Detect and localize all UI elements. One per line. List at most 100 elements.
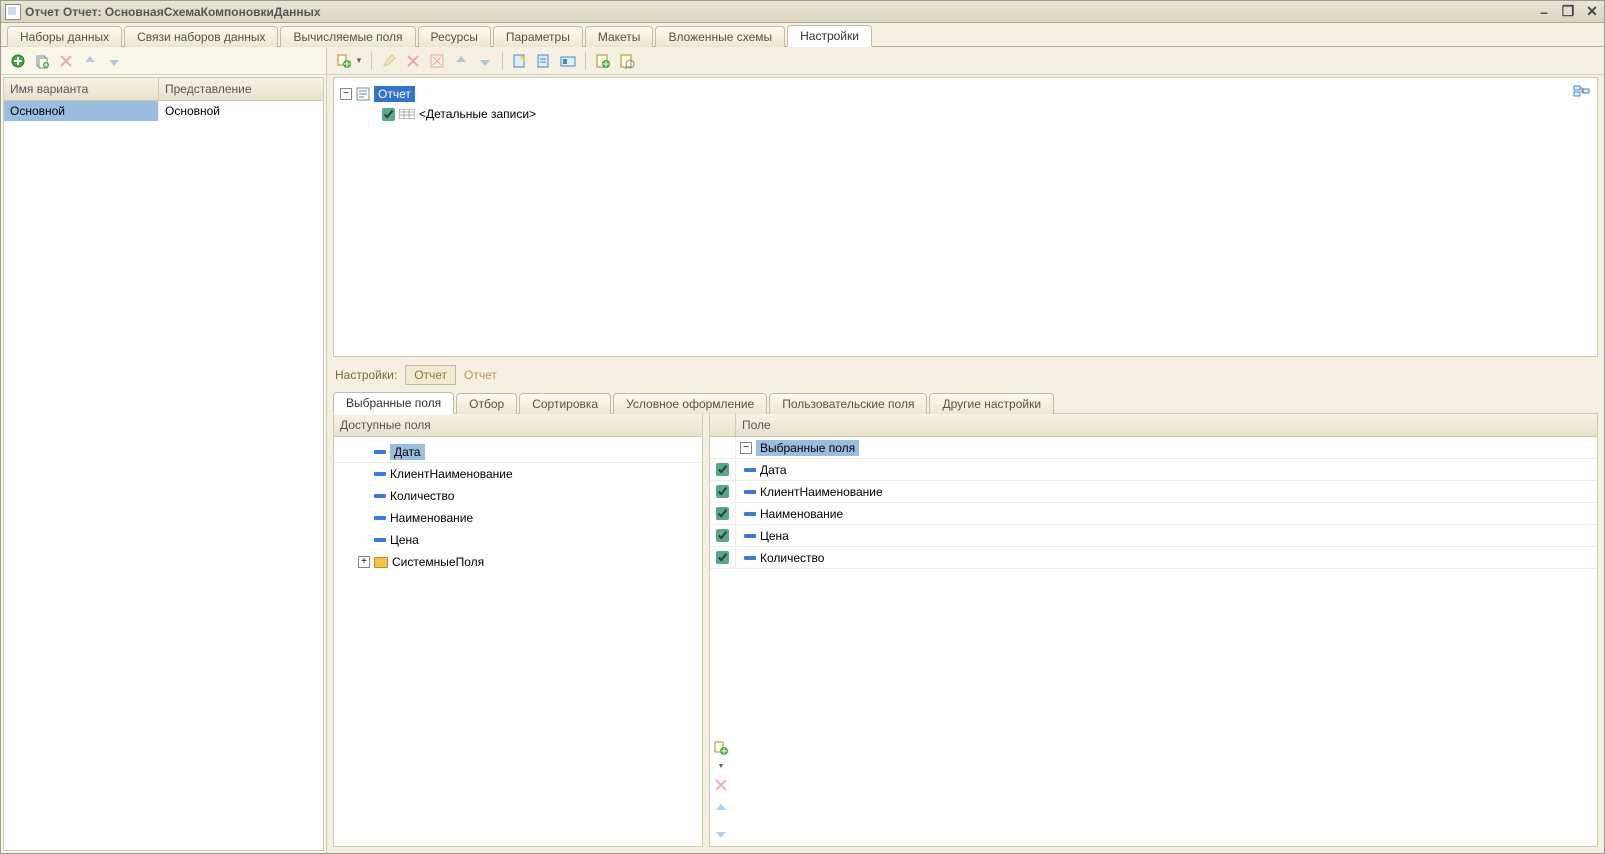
tree-root-row[interactable]: − Отчет — [340, 84, 1591, 104]
close-button[interactable]: ✕ — [1584, 4, 1600, 20]
settings-panel: ▼ — [327, 47, 1604, 853]
field-checkbox[interactable] — [716, 529, 729, 542]
tree-detail-row[interactable]: <Детальные записи> — [382, 104, 1591, 124]
report-icon — [356, 87, 370, 101]
minimize-button[interactable]: – — [1536, 4, 1552, 20]
sub-tab[interactable]: Отбор — [456, 393, 517, 414]
main-tab[interactable]: Связи наборов данных — [124, 26, 278, 47]
copy-variant-button[interactable] — [33, 52, 51, 70]
field-icon — [744, 512, 756, 516]
selected-field-row[interactable]: Дата — [710, 459, 1597, 481]
available-field-item[interactable]: Дата — [334, 441, 702, 463]
wizard-2-button[interactable] — [535, 52, 553, 70]
field-label: Цена — [390, 533, 419, 547]
sub-tab[interactable]: Выбранные поля — [333, 392, 454, 414]
remove-field-button — [712, 776, 730, 794]
window-title: Отчет Отчет: ОсновнаяСхемаКомпоновкиДанн… — [25, 5, 1536, 19]
dropdown-arrow-icon[interactable]: ▼ — [712, 763, 730, 770]
field-icon — [744, 490, 756, 494]
collapse-icon[interactable]: − — [740, 442, 752, 454]
variants-toolbar — [1, 47, 326, 75]
custom-settings-button[interactable] — [594, 52, 612, 70]
variants-col-name[interactable]: Имя варианта — [4, 78, 159, 100]
variants-panel: Имя варианта Представление ОсновнойОснов… — [1, 47, 327, 853]
selected-group-label: Выбранные поля — [756, 440, 859, 456]
variants-col-presentation[interactable]: Представление — [159, 78, 323, 100]
field-label: Количество — [390, 489, 454, 503]
available-field-item[interactable]: + СистемныеПоля — [334, 551, 702, 573]
collapse-icon[interactable]: − — [340, 88, 352, 100]
add-field-button[interactable] — [712, 739, 730, 757]
field-icon — [744, 468, 756, 472]
sub-tab[interactable]: Сортировка — [519, 393, 611, 414]
field-icon — [374, 472, 386, 476]
breadcrumb: Настройки: Отчет Отчет — [327, 359, 1604, 389]
add-variant-button[interactable] — [9, 52, 27, 70]
sub-tab[interactable]: Пользовательские поля — [769, 393, 927, 414]
selected-fields-list[interactable]: −Выбранные поляДатаКлиентНаименованиеНаи… — [710, 437, 1597, 735]
add-element-button[interactable] — [335, 52, 353, 70]
variant-name: Основной — [4, 101, 159, 121]
field-down-button — [712, 824, 730, 842]
main-tab[interactable]: Настройки — [787, 25, 872, 47]
move-up-button — [81, 52, 99, 70]
field-label: Количество — [760, 551, 824, 565]
sub-tab[interactable]: Другие настройки — [929, 393, 1054, 414]
app-icon — [5, 4, 21, 20]
field-icon — [374, 450, 386, 454]
report-structure-tree[interactable]: − Отчет <Детальные записи> — [333, 77, 1598, 357]
main-tab[interactable]: Наборы данных — [7, 26, 122, 47]
available-field-item[interactable]: Количество — [334, 485, 702, 507]
settings-toolbar: ▼ — [327, 47, 1604, 75]
selected-field-row[interactable]: Количество — [710, 547, 1597, 569]
field-checkbox[interactable] — [716, 551, 729, 564]
delete-variant-button — [57, 52, 75, 70]
selected-field-row[interactable]: Наименование — [710, 503, 1597, 525]
main-tab[interactable]: Вложенные схемы — [655, 26, 785, 47]
dropdown-arrow-icon[interactable]: ▼ — [355, 56, 363, 65]
available-fields-list[interactable]: Дата КлиентНаименование Количество Наименов… — [334, 437, 702, 846]
edit-button — [380, 52, 398, 70]
tree-detail-label: <Детальные записи> — [419, 107, 536, 121]
field-icon — [374, 494, 386, 498]
structure-view-button[interactable] — [1573, 84, 1591, 102]
main-tab[interactable]: Вычисляемые поля — [280, 26, 415, 47]
detail-checkbox[interactable] — [382, 108, 395, 121]
breadcrumb-path: Отчет — [464, 368, 497, 382]
toggle-button — [428, 52, 446, 70]
expand-icon[interactable]: + — [358, 556, 370, 568]
titlebar: Отчет Отчет: ОсновнаяСхемаКомпоновкиДанн… — [1, 1, 1604, 23]
selected-fields-header[interactable]: Поле — [736, 414, 1597, 436]
available-field-item[interactable]: КлиентНаименование — [334, 463, 702, 485]
main-tab[interactable]: Макеты — [585, 26, 654, 47]
main-tab[interactable]: Ресурсы — [418, 26, 491, 47]
wizard-1-button[interactable] — [511, 52, 529, 70]
field-label: КлиентНаименование — [390, 467, 513, 481]
selected-fields-panel: Поле −Выбранные поляДатаКлиентНаименован… — [709, 413, 1598, 847]
main-tab[interactable]: Параметры — [493, 26, 583, 47]
available-field-item[interactable]: Наименование — [334, 507, 702, 529]
selected-field-row[interactable]: Цена — [710, 525, 1597, 547]
field-label: Дата — [390, 444, 425, 460]
selected-field-row[interactable]: КлиентНаименование — [710, 481, 1597, 503]
tree-root-label: Отчет — [374, 86, 415, 102]
main-tabs: Наборы данныхСвязи наборов данныхВычисля… — [1, 23, 1604, 47]
properties-button[interactable] — [618, 52, 636, 70]
breadcrumb-label: Настройки: — [335, 368, 397, 382]
field-label: КлиентНаименование — [760, 485, 883, 499]
variant-row[interactable]: ОсновнойОсновной — [4, 101, 323, 121]
app-window: Отчет Отчет: ОсновнаяСхемаКомпоновкиДанн… — [0, 0, 1605, 854]
available-field-item[interactable]: Цена — [334, 529, 702, 551]
field-icon — [374, 516, 386, 520]
selected-group-row[interactable]: −Выбранные поля — [710, 437, 1597, 459]
maximize-button[interactable]: ❐ — [1560, 4, 1576, 20]
field-label: СистемныеПоля — [392, 555, 484, 569]
field-checkbox[interactable] — [716, 507, 729, 520]
field-checkbox[interactable] — [716, 485, 729, 498]
wizard-3-button[interactable] — [559, 52, 577, 70]
field-checkbox[interactable] — [716, 463, 729, 476]
breadcrumb-button[interactable]: Отчет — [405, 365, 456, 385]
sub-tab[interactable]: Условное оформление — [613, 393, 767, 414]
field-up-button — [712, 800, 730, 818]
available-fields-header[interactable]: Доступные поля — [334, 414, 702, 436]
